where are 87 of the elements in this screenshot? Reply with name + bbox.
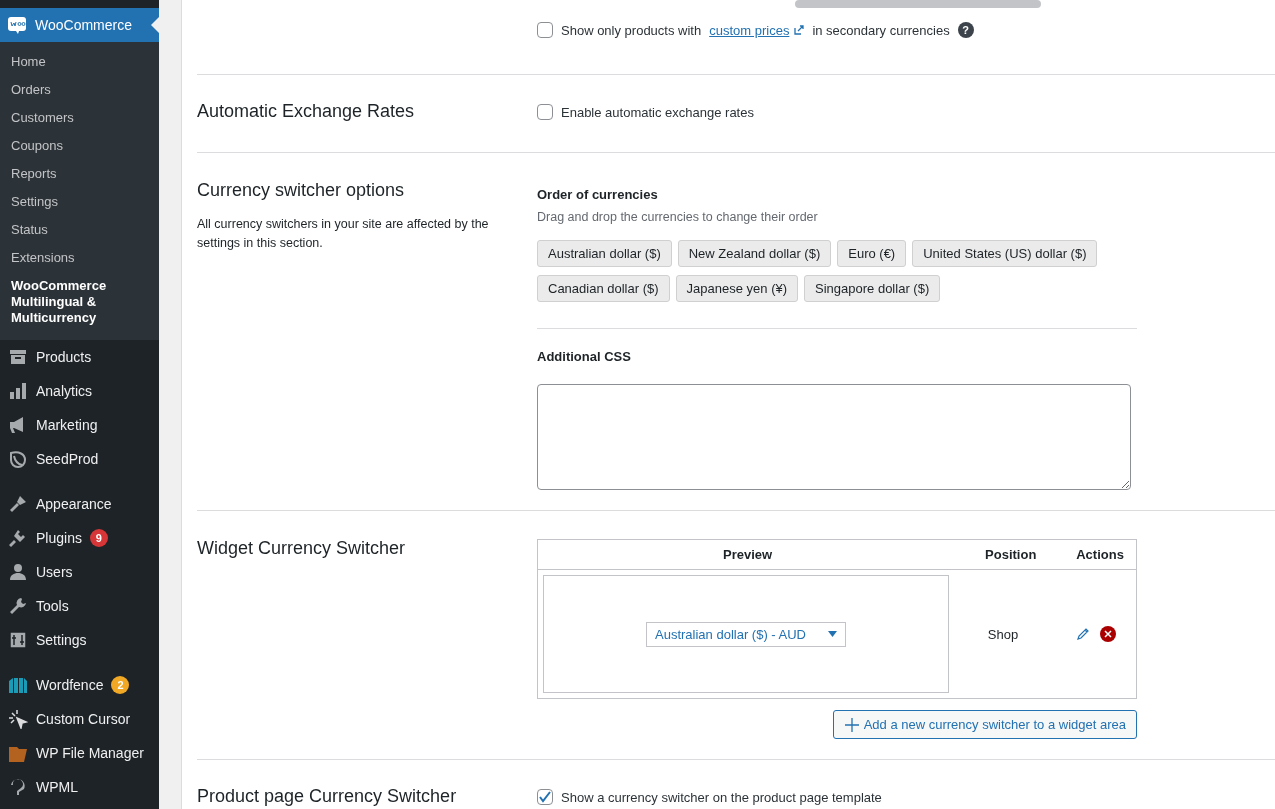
field-label: Additional CSS (537, 349, 632, 364)
currency-chip[interactable]: Singapore dollar ($) (804, 275, 941, 302)
submenu-item[interactable]: Extensions (0, 244, 159, 272)
woo-logo-icon (7, 15, 27, 35)
leaf-icon (8, 449, 28, 469)
currency-chip[interactable]: Canadian dollar ($) (537, 275, 670, 302)
option-text: in secondary currencies (812, 22, 950, 38)
menu-item[interactable]: Tools (0, 589, 159, 623)
edit-icon[interactable] (1076, 627, 1090, 641)
brush-icon (8, 494, 28, 514)
menu-label: WPML (36, 779, 78, 795)
column-header: Position (984, 547, 1038, 562)
section-title: Currency switcher options (197, 180, 406, 201)
submenu-item[interactable]: Customers (0, 104, 159, 132)
submenu-item[interactable]: Settings (0, 188, 159, 216)
section-title: Automatic Exchange Rates (197, 101, 416, 122)
submenu-item[interactable]: Orders (0, 76, 159, 104)
option-text: Show only products with (561, 22, 702, 38)
wrench-icon (8, 596, 28, 616)
field-hint: Drag and drop the currencies to change their order (537, 210, 819, 224)
option-text: Show a currency switcher on the product page template (561, 789, 882, 805)
archive-icon (8, 347, 28, 367)
sliders-icon (8, 630, 28, 650)
css-textarea[interactable] (537, 384, 1131, 490)
menu-item[interactable]: Wordfence 2 (0, 668, 159, 702)
submenu-item[interactable]: Home (0, 48, 159, 76)
scrollbar[interactable] (795, 0, 1041, 8)
menu-item[interactable]: WPML (0, 770, 159, 804)
menu-item[interactable]: Products (0, 340, 159, 374)
checkbox[interactable] (537, 22, 553, 38)
column-header: Preview (722, 547, 774, 562)
section-description: All currency switchers in your site are affected by the settings in this section. (197, 216, 490, 252)
submenu-item[interactable]: Coupons (0, 132, 159, 160)
bars-icon (8, 381, 28, 401)
menu-item[interactable]: Appearance (0, 487, 159, 521)
count-badge: 2 (111, 676, 130, 694)
menu-label: Analytics (36, 383, 93, 399)
menu-item[interactable]: SeedProd (0, 442, 159, 476)
menu-item[interactable]: Marketing (0, 408, 159, 442)
menu-label: WP File Manager (36, 745, 144, 761)
count-badge: 9 (89, 529, 108, 547)
menu-label: Settings (36, 632, 87, 648)
user-icon (8, 562, 28, 582)
caret-icon (828, 631, 837, 637)
submenu-item[interactable]: WooCommerce Multilingual & Multicurrency (0, 272, 159, 332)
currency-chip[interactable]: United States (US) dollar ($) (912, 240, 1098, 267)
menu-label: Custom Cursor (36, 711, 131, 727)
section-title: Widget Currency Switcher (197, 538, 407, 559)
menu-label: Plugins (36, 530, 82, 546)
menu-label: Marketing (36, 417, 98, 433)
delete-icon[interactable] (1100, 626, 1116, 642)
submenu-item[interactable]: Reports (0, 160, 159, 188)
option-text: Enable automatic exchange rates (561, 104, 754, 120)
menu-label: SeedProd (36, 451, 99, 467)
currency-dropdown[interactable]: Australian dollar ($) - AUD (646, 621, 846, 647)
menu-label: Appearance (36, 496, 112, 512)
menu-label: Wordfence (36, 677, 104, 693)
cursor-icon (8, 709, 28, 729)
checkbox[interactable] (537, 789, 553, 805)
submenu-item[interactable]: Status (0, 216, 159, 244)
menu-label: Tools (36, 598, 69, 614)
plug-icon (8, 528, 28, 548)
menu-label: Users (36, 564, 73, 580)
table-cell-text: Shop (986, 626, 1020, 642)
currency-chip[interactable]: Euro (€) (837, 240, 907, 267)
add-switcher-button[interactable]: Add a new currency switcher to a widget area (832, 710, 1137, 739)
checkbox[interactable] (537, 104, 553, 120)
currency-chip[interactable]: New Zealand dollar ($) (677, 240, 832, 267)
field-label: Order of currencies (537, 187, 659, 202)
menu-item[interactable]: Settings (0, 623, 159, 657)
section-title: Product page Currency Switcher (197, 786, 458, 807)
fence-icon (8, 675, 28, 695)
column-header: Actions (1075, 547, 1125, 562)
help-icon[interactable]: ? (957, 22, 974, 38)
menu-item[interactable]: Custom Cursor (0, 702, 159, 736)
external-link-icon (794, 25, 805, 35)
woocommerce-menu-item[interactable]: WooCommerce (0, 8, 159, 42)
plus-icon (843, 716, 860, 733)
menu-label: WooCommerce (35, 17, 132, 33)
menu-item[interactable]: Analytics (0, 374, 159, 408)
currency-chip[interactable]: Japanese yen (¥) (675, 275, 799, 302)
currency-chip[interactable]: Australian dollar ($) (537, 240, 672, 267)
menu-item[interactable]: Users (0, 555, 159, 589)
menu-item[interactable]: WP File Manager (0, 736, 159, 770)
menu-item[interactable]: Plugins 9 (0, 521, 159, 555)
custom-prices-link[interactable]: custom prices (709, 22, 790, 38)
menu-label: Products (36, 349, 92, 365)
